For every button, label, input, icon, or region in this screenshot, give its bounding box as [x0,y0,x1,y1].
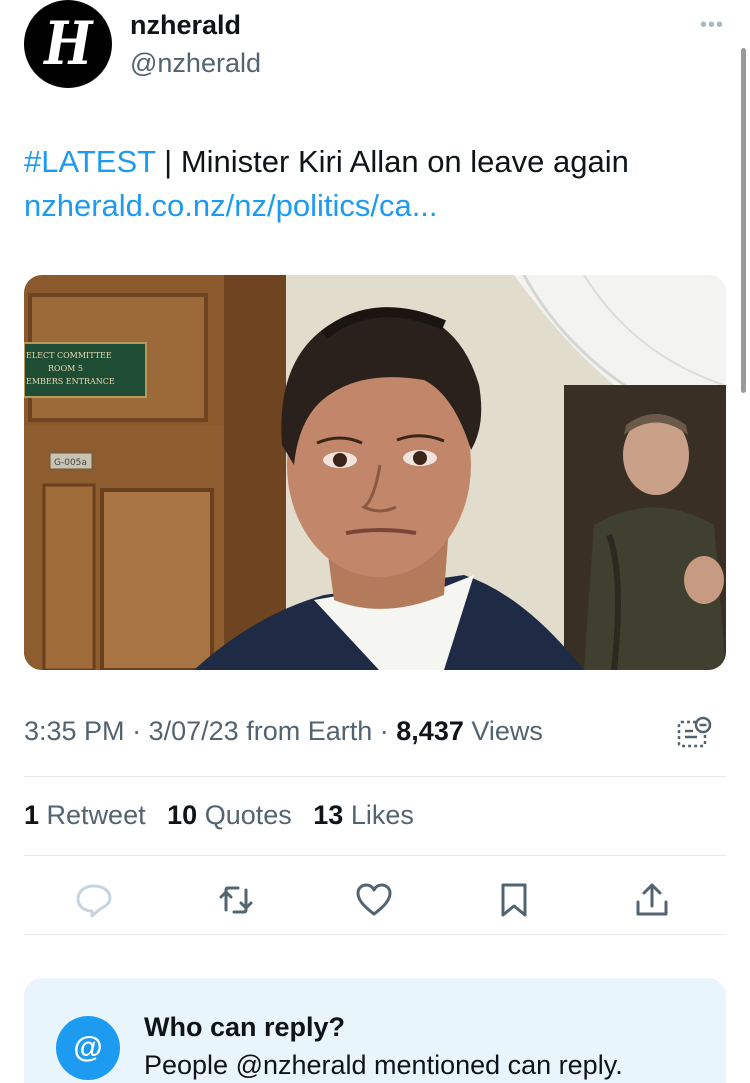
meta-dot-2: · [379,716,389,746]
retweet-icon[interactable] [214,878,258,922]
divider [24,934,726,935]
avatar[interactable]: H [24,0,112,88]
quotes-stat[interactable]: 10 Quotes [167,800,292,830]
door-plate: G-005a [54,458,87,468]
tweet-date[interactable]: 3/07/23 [149,716,239,746]
views-count: 8,437 [396,716,464,746]
likes-label: Likes [350,800,414,830]
tweet-source: from Earth [246,716,373,746]
retweets-stat[interactable]: 1 Retweet [24,800,146,830]
scrollbar[interactable] [741,48,746,393]
sign-line-3: EMBERS ENTRANCE [26,377,115,386]
display-name[interactable]: nzherald [130,10,241,41]
who-can-reply-box: @ Who can reply? People @nzherald mentio… [24,978,726,1083]
views-label: Views [471,716,543,746]
analytics-icon[interactable] [676,716,712,752]
mention-icon: @ [56,1016,120,1080]
tweet-text: #LATEST | Minister Kiri Allan on leave a… [24,140,724,228]
likes-count: 13 [313,800,344,830]
retweets-count: 1 [24,800,40,830]
tweet-header: H nzherald @nzherald ••• [24,0,726,95]
divider [24,855,726,856]
article-link[interactable]: nzherald.co.nz/nz/politics/ca... [24,188,438,223]
tweet-body: Minister Kiri Allan on leave again [180,144,629,179]
sign-line-2: ROOM 5 [48,364,83,373]
sign-line-1: ELECT COMMITTEE [26,351,112,360]
reply-icon[interactable] [72,878,116,922]
separator: | [164,144,173,179]
tweet-time[interactable]: 3:35 PM [24,716,125,746]
meta-dot: · [132,716,142,746]
divider [24,776,726,777]
tweet-stats: 1 Retweet 10 Quotes 13 Likes [24,800,414,831]
like-icon[interactable] [352,878,396,922]
hashtag-link[interactable]: #LATEST [24,144,156,179]
bookmark-icon[interactable] [492,878,536,922]
who-can-reply-title: Who can reply? [144,1012,346,1042]
more-options-icon[interactable]: ••• [700,14,724,37]
share-icon[interactable] [630,878,674,922]
likes-stat[interactable]: 13 Likes [313,800,414,830]
handle[interactable]: @nzherald [130,48,261,79]
quotes-count: 10 [167,800,198,830]
avatar-logo: H [43,9,93,79]
tweet-meta: 3:35 PM · 3/07/23 from Earth · 8,437 Vie… [24,716,543,747]
tweet-photo[interactable]: ELECT COMMITTEE ROOM 5 EMBERS ENTRANCE G… [24,275,726,670]
retweets-label: Retweet [46,800,146,830]
who-can-reply-description: People @nzherald mentioned can reply. [144,1050,623,1080]
quotes-label: Quotes [204,800,292,830]
action-bar [24,872,726,928]
